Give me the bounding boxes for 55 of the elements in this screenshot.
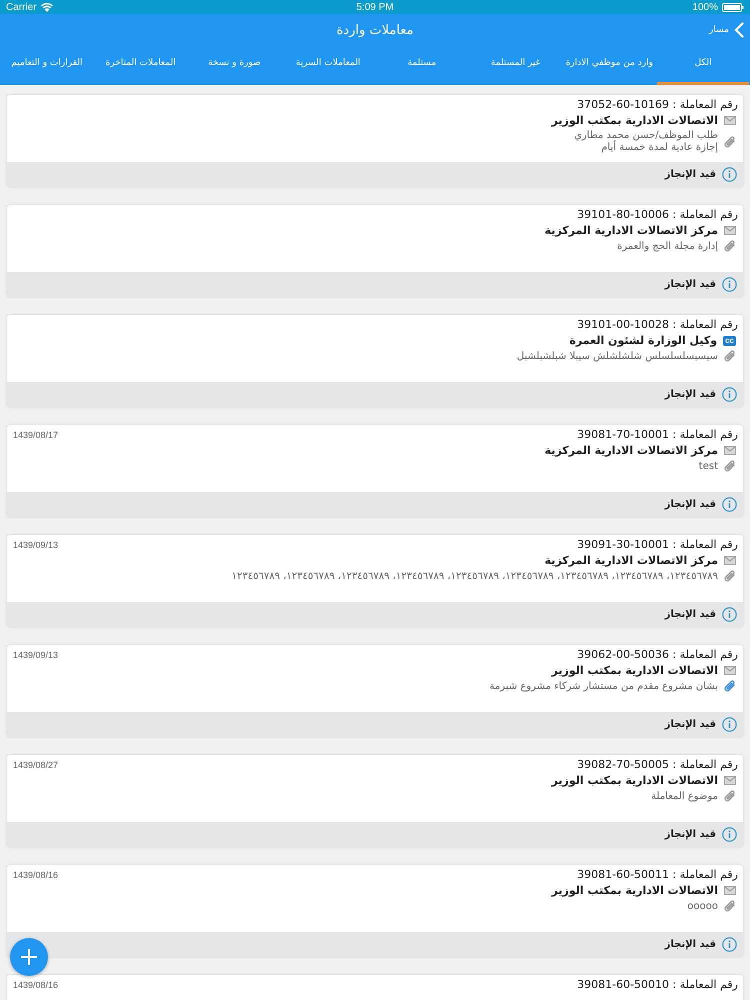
- envelope-icon: [724, 226, 736, 235]
- status-label: قيد الإنجاز: [664, 279, 716, 290]
- status-label: قيد الإنجاز: [664, 719, 716, 730]
- sender-name: الاتصالات الادارية بمكتب الوزير: [552, 114, 718, 127]
- sender-name: الاتصالات الادارية بمكتب الوزير: [552, 774, 718, 787]
- info-icon: [722, 387, 737, 402]
- battery-icon: [722, 2, 744, 12]
- status-label: قيد الإنجاز: [664, 499, 716, 510]
- transaction-date: 1439/08/27: [13, 760, 58, 770]
- status-label: قيد الإنجاز: [664, 389, 716, 400]
- status-label: قيد الإنجاز: [664, 609, 716, 620]
- envelope-icon: [724, 776, 736, 785]
- chevron-left-icon: [734, 22, 744, 38]
- status-label: قيد الإنجاز: [664, 169, 716, 180]
- sender-name: مركز الاتصالات الادارية المركزية: [544, 554, 718, 567]
- sender-name: مركز الاتصالات الادارية المركزية: [544, 224, 718, 237]
- envelope-icon: [724, 446, 736, 455]
- envelope-icon: [724, 116, 736, 125]
- subject-text: طلب الموظف/حسن محمد مطاري: [574, 130, 718, 141]
- subject-text: ooooo: [687, 900, 718, 912]
- sender-name: وكيل الوزارة لشئون العمرة: [569, 334, 718, 347]
- subject-text: بشان مشروع مقدم من مستشار شركاء مشروع شبرمة: [490, 680, 718, 692]
- subject-text: موضوع المعاملة: [651, 790, 718, 802]
- transaction-date: 1439/09/13: [13, 540, 58, 550]
- info-icon: [722, 277, 737, 292]
- subject-text: سيسبسلسلسلس شلشلشلش سيبلا شبلشبلشبل: [516, 350, 718, 362]
- battery-percent: 100%: [692, 2, 718, 12]
- clock-time: 5:09 PM: [356, 2, 394, 12]
- envelope-icon: [724, 886, 736, 895]
- plus-icon: [19, 947, 39, 967]
- info-icon: [722, 167, 737, 182]
- info-icon: [722, 937, 737, 952]
- transaction-date: 1439/09/13: [13, 650, 58, 660]
- carrier-label: Carrier: [6, 2, 37, 12]
- subject-text: test: [698, 460, 718, 472]
- screen-title: معاملات واردة: [336, 22, 414, 38]
- info-icon: [722, 717, 737, 732]
- envelope-icon: [724, 556, 736, 565]
- cc-badge-icon: cc: [723, 336, 736, 346]
- subject-text: إدارة مجلة الحج والعمرة: [617, 240, 718, 252]
- subject-text: إجازة عادية لمدة خمسة أيام: [601, 142, 718, 154]
- sender-name: الاتصالات الادارية بمكتب الوزير: [552, 884, 718, 897]
- wifi-icon: [40, 2, 53, 12]
- transaction-date: 1439/08/17: [13, 430, 58, 440]
- transaction-date: 1439/08/16: [13, 870, 58, 880]
- sender-name: مركز الاتصالات الادارية المركزية: [544, 444, 718, 457]
- envelope-icon: [724, 666, 736, 675]
- subject-text: ١٢٣٤٥٦٧٨٩، ١٢٣٤٥٦٧٨٩، ١٢٣٤٥٦٧٨٩، ١٢٣٤٥٦٧٨٩، ١٢٣٤٥٦٧٨٩، ١٢٣٤٥٦٧٨٩، ١٢٣٤٥٦٧٨٩، ١٢٣٤٥٦٧٨٩، ١٢٣٤٥٦٧٨٩: [232, 570, 718, 582]
- sender-name: الاتصالات الادارية بمكتب الوزير: [552, 664, 718, 677]
- info-icon: [722, 827, 737, 842]
- info-icon: [722, 607, 737, 622]
- status-label: قيد الإنجاز: [664, 829, 716, 840]
- status-label: قيد الإنجاز: [664, 939, 716, 950]
- transaction-date: 1439/08/16: [13, 980, 58, 990]
- info-icon: [722, 497, 737, 512]
